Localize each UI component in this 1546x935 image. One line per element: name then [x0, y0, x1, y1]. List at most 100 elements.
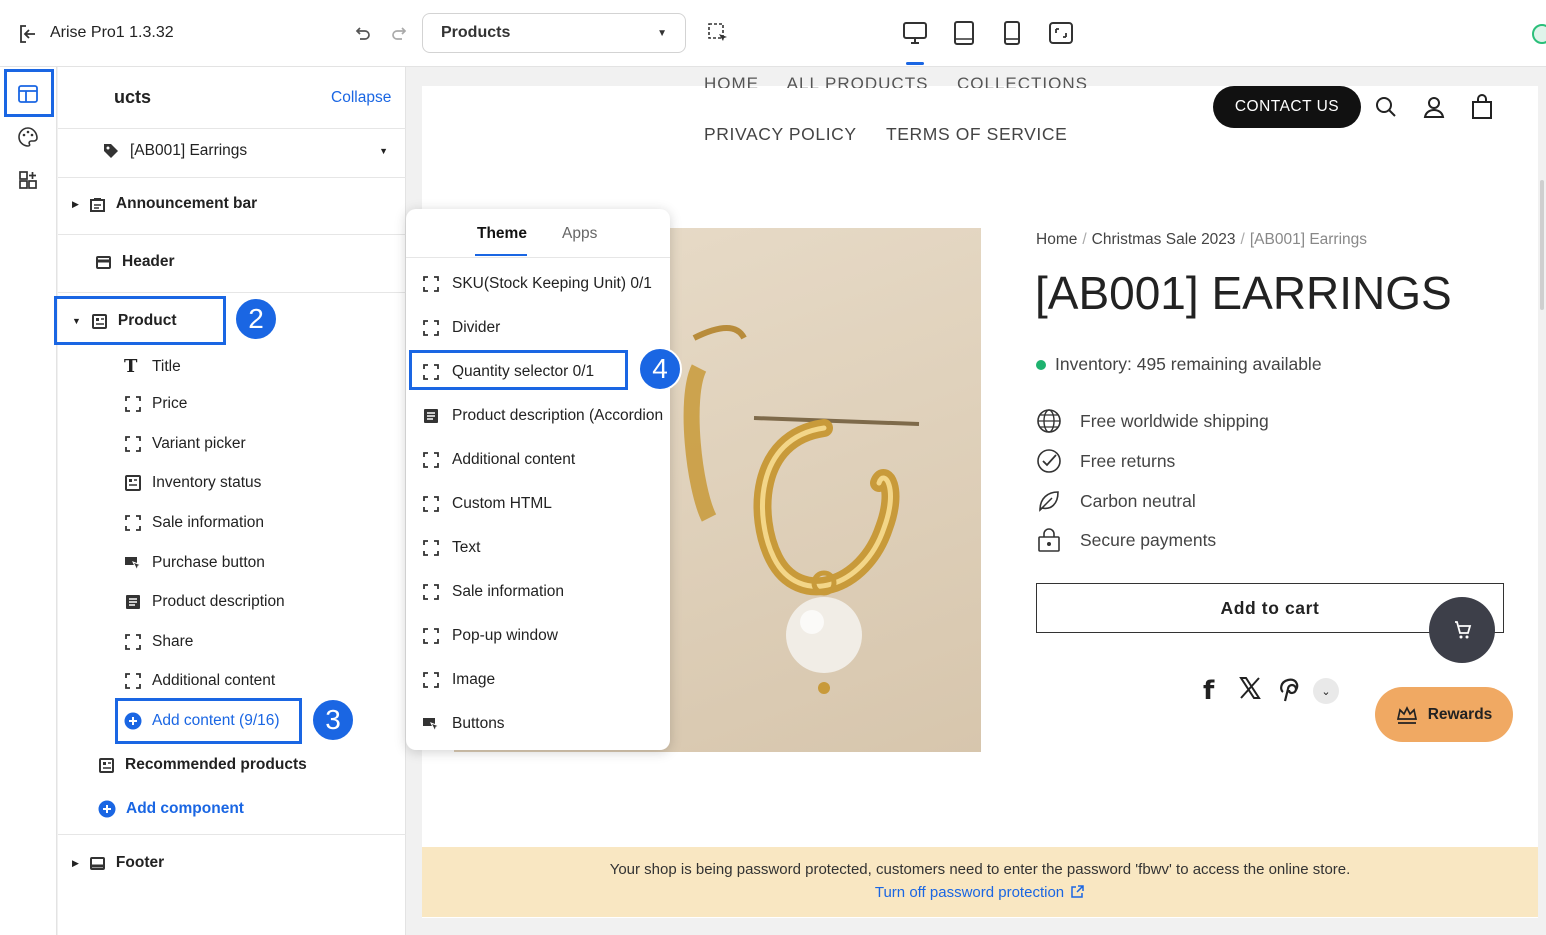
- block-placeholder-icon: [423, 452, 439, 468]
- menu-item-popup-window[interactable]: Pop-up window: [422, 627, 558, 645]
- section-label: Recommended products: [125, 756, 307, 773]
- leaf-icon: [1039, 491, 1059, 512]
- block-share[interactable]: Share: [124, 633, 193, 651]
- mobile-icon[interactable]: [1002, 20, 1022, 46]
- crown-icon: [1396, 705, 1417, 724]
- block-sale-information[interactable]: Sale information: [124, 514, 264, 532]
- block-label: Price: [152, 395, 188, 412]
- exit-icon[interactable]: [18, 24, 38, 44]
- left-rail: [0, 67, 57, 935]
- cursor-button-icon: [423, 718, 440, 733]
- header-icon: [96, 255, 111, 269]
- block-placeholder-icon: [125, 436, 141, 452]
- block-inventory-status[interactable]: Inventory status: [124, 474, 261, 492]
- breadcrumb: Home / Christmas Sale 2023 / [AB001] Ear…: [1036, 231, 1367, 249]
- block-placeholder-icon: [125, 634, 141, 650]
- menu-item-sku[interactable]: SKU(Stock Keeping Unit) 0/1: [422, 275, 652, 293]
- undo-icon[interactable]: [352, 24, 372, 44]
- section-header[interactable]: Header: [95, 253, 175, 271]
- section-footer[interactable]: ▶ Footer: [72, 854, 164, 872]
- block-label: Variant picker: [152, 435, 246, 452]
- tablet-icon[interactable]: [952, 20, 976, 46]
- sections-panel: ucts Collapse [AB001] Earrings ▼ ▶ Annou…: [58, 67, 406, 935]
- block-placeholder-icon: [423, 584, 439, 600]
- menu-item-additional-content[interactable]: Additional content: [422, 451, 575, 469]
- block-label: Sale information: [152, 514, 265, 531]
- add-component-button[interactable]: Add component: [98, 800, 244, 818]
- x-twitter-icon[interactable]: [1238, 676, 1262, 705]
- page-select[interactable]: Products ▼: [422, 13, 686, 53]
- tab-theme[interactable]: Theme: [477, 225, 527, 243]
- facebook-icon[interactable]: f: [1203, 676, 1214, 706]
- menu-item-image[interactable]: Image: [422, 671, 495, 689]
- nav-terms-of-service[interactable]: TERMS OF SERVICE: [886, 124, 1067, 145]
- block-placeholder-icon: [423, 320, 439, 336]
- block-placeholder-icon: [423, 628, 439, 644]
- lock-icon: [1038, 528, 1060, 552]
- turn-off-password-link[interactable]: Turn off password protection: [422, 884, 1538, 901]
- store-nav-top[interactable]: HOME ALL PRODUCTS COLLECTIONS: [704, 74, 1088, 88]
- inspector-icon[interactable]: [707, 22, 729, 44]
- product-select[interactable]: [AB001] Earrings ▼: [102, 142, 388, 160]
- inventory-dot-icon: [1036, 359, 1046, 370]
- menu-item-product-description[interactable]: Product description (Accordion: [422, 407, 663, 425]
- block-placeholder-icon: [423, 496, 439, 512]
- collapse-link[interactable]: Collapse: [331, 89, 391, 107]
- breadcrumb-category[interactable]: Christmas Sale 2023: [1092, 231, 1236, 249]
- tab-active-indicator: [475, 254, 527, 256]
- cart-widget-icon: [1455, 621, 1472, 639]
- rewards-label: Rewards: [1427, 705, 1493, 723]
- search-icon[interactable]: [1374, 95, 1398, 124]
- section-recommended-products[interactable]: Recommended products: [98, 756, 307, 774]
- feature-label: Carbon neutral: [1080, 490, 1196, 511]
- preview-scrollbar[interactable]: [1540, 180, 1544, 310]
- cart-bag-icon[interactable]: [1470, 94, 1494, 125]
- highlight-box-3: [115, 698, 302, 744]
- pinterest-icon[interactable]: [1276, 676, 1300, 707]
- block-placeholder-icon: [125, 515, 141, 531]
- account-icon[interactable]: [1422, 95, 1446, 124]
- chat-widget-button[interactable]: [1429, 597, 1495, 663]
- breadcrumb-sep: /: [1082, 231, 1087, 248]
- banner-text: Your shop is being password protected, c…: [609, 861, 1351, 878]
- block-label: Product description: [152, 593, 285, 610]
- footer-icon: [89, 856, 105, 870]
- menu-item-buttons[interactable]: Buttons: [422, 715, 505, 733]
- block-title[interactable]: T Title: [124, 356, 181, 377]
- step-badge-4: 4: [638, 347, 682, 391]
- contact-us-button[interactable]: CONTACT US: [1213, 86, 1361, 128]
- step-badge-2: 2: [234, 297, 278, 341]
- block-label: Share: [152, 633, 194, 650]
- menu-item-text[interactable]: Text: [422, 539, 480, 557]
- menu-item-divider[interactable]: Divider: [422, 319, 500, 337]
- highlight-box-1: [4, 69, 54, 117]
- breadcrumb-home[interactable]: Home: [1036, 231, 1077, 249]
- theme-palette-icon[interactable]: [17, 126, 39, 148]
- description-icon: [126, 595, 140, 609]
- device-active-indicator: [906, 62, 924, 65]
- tab-apps[interactable]: Apps: [562, 225, 597, 243]
- block-product-description[interactable]: Product description: [124, 593, 285, 611]
- rewards-button[interactable]: Rewards: [1375, 687, 1513, 742]
- app-title: Arise Pro1 1.3.32: [50, 24, 174, 41]
- more-share-chevron-icon[interactable]: ⌄: [1313, 678, 1339, 704]
- menu-item-sale-information[interactable]: Sale information: [422, 583, 564, 601]
- block-price[interactable]: Price: [124, 395, 187, 413]
- divider: [406, 257, 670, 258]
- apps-icon[interactable]: [17, 169, 39, 191]
- block-variant-picker[interactable]: Variant picker: [124, 435, 246, 453]
- check-circle-icon: [1037, 449, 1061, 473]
- redo-icon[interactable]: [390, 24, 410, 44]
- desktop-icon[interactable]: [902, 20, 928, 46]
- divider: [58, 177, 406, 178]
- section-announcement-bar[interactable]: ▶ Announcement bar: [72, 195, 257, 213]
- block-label: Purchase button: [152, 554, 265, 571]
- product-title: [AB001] EARRINGS: [1035, 267, 1452, 319]
- block-purchase-button[interactable]: Purchase button: [124, 554, 265, 572]
- nav-privacy-policy[interactable]: PRIVACY POLICY: [704, 124, 857, 145]
- feature-label: Free returns: [1080, 450, 1176, 471]
- fullscreen-icon[interactable]: [1048, 20, 1074, 46]
- plus-circle-icon: [98, 800, 116, 818]
- block-additional-content[interactable]: Additional content: [124, 672, 275, 690]
- menu-item-custom-html[interactable]: Custom HTML: [422, 495, 552, 513]
